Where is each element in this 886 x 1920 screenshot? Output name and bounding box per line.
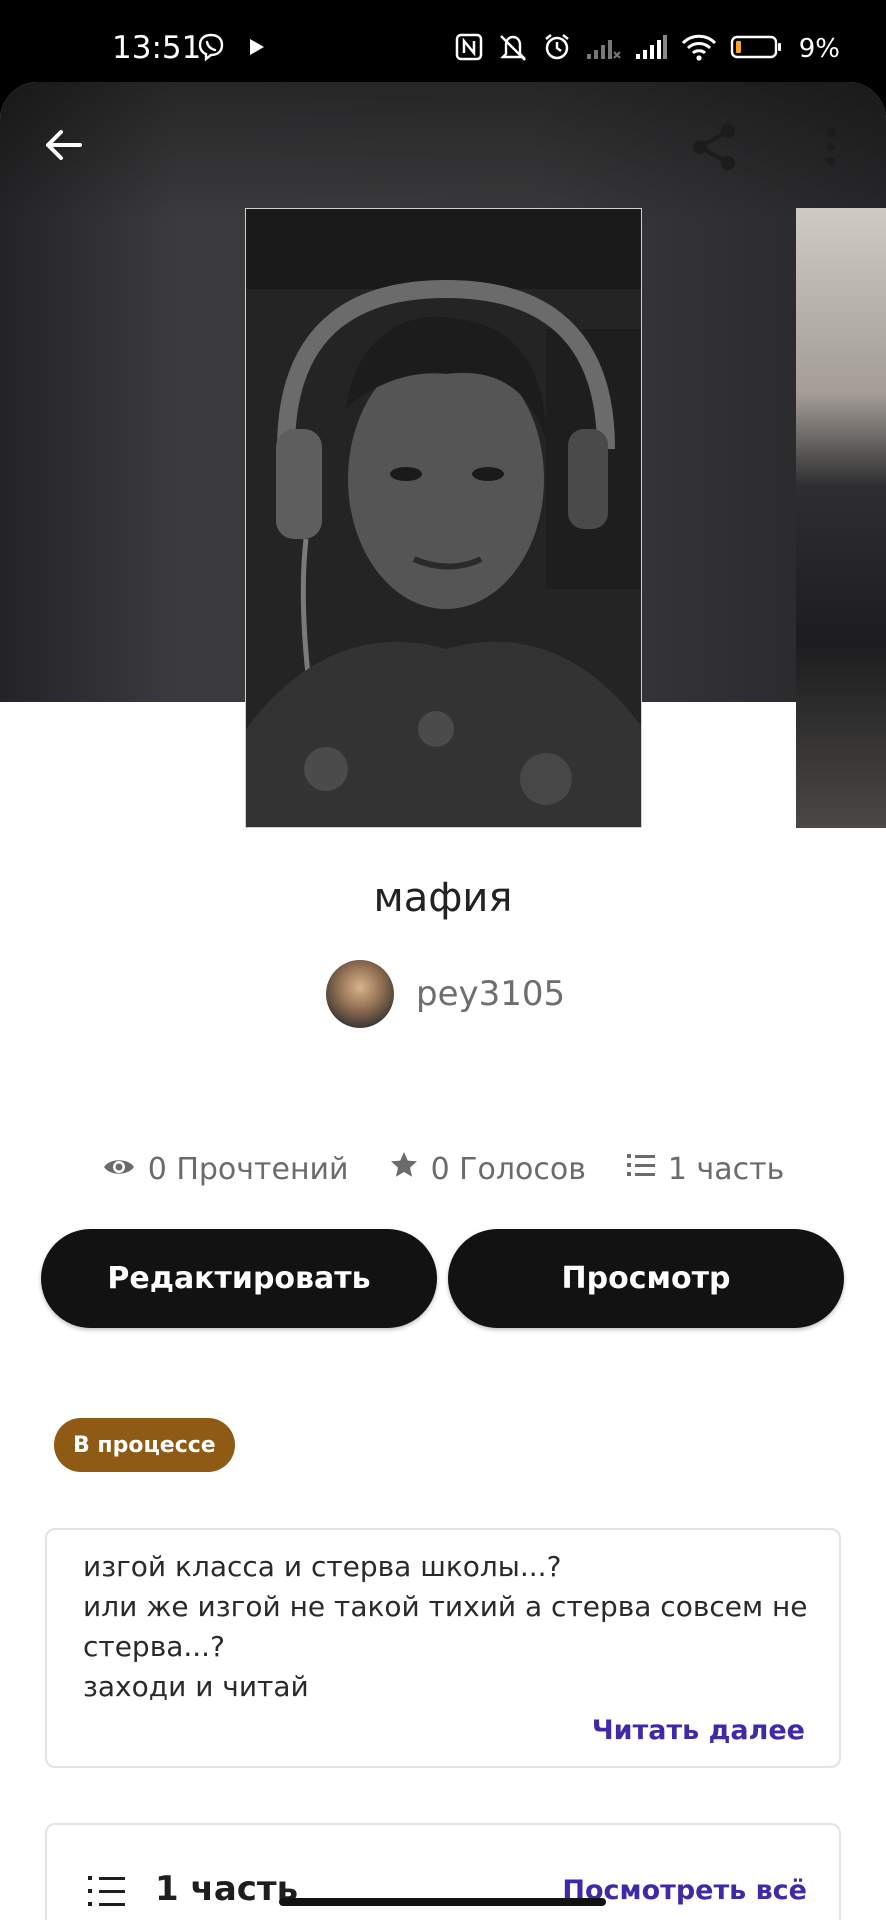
- home-indicator[interactable]: [279, 1898, 606, 1906]
- battery-icon: [730, 32, 782, 66]
- votes-stat: 0 Голосов: [389, 1150, 586, 1188]
- status-time: 13:51: [112, 30, 202, 66]
- story-stats: 0 Прочтений 0 Голосов 1 часть: [0, 1150, 886, 1188]
- read-more-link[interactable]: Читать далее: [592, 1715, 805, 1746]
- signal-1-icon: [585, 32, 621, 66]
- back-arrow-icon: [42, 124, 84, 170]
- story-title: мафия: [373, 875, 513, 921]
- parts-stat: 1 часть: [626, 1150, 784, 1188]
- description-line: изгой класса и стерва школы...?: [83, 1550, 562, 1583]
- share-icon: [688, 120, 742, 178]
- more-vert-icon: [825, 127, 837, 171]
- back-button[interactable]: [28, 112, 98, 182]
- status-bar: 13:51 9%: [0, 0, 886, 82]
- more-options-button[interactable]: [806, 114, 856, 184]
- votes-count: 0 Голосов: [430, 1151, 586, 1187]
- parts-count: 1 часть: [667, 1151, 785, 1187]
- signal-2-icon: [634, 32, 668, 66]
- description-card: изгой класса и стерва школы...? или же и…: [45, 1528, 841, 1768]
- bell-off-icon: [497, 32, 529, 66]
- author-link[interactable]: pey3105: [326, 960, 565, 1028]
- author-avatar: [326, 960, 394, 1028]
- share-button[interactable]: [680, 114, 750, 184]
- story-details-screen: мафия pey3105 0 Прочтений 0 Голосов 1 ча…: [0, 82, 886, 1920]
- description-line: стерва...?: [83, 1630, 225, 1663]
- status-left-icons: [196, 32, 270, 66]
- play-store-icon: [246, 32, 270, 66]
- list-icon: [626, 1151, 656, 1187]
- header-shade: [0, 82, 886, 222]
- description-line: заходи и читай: [83, 1670, 309, 1703]
- cover-photo: [246, 209, 641, 827]
- edit-button[interactable]: Редактировать: [41, 1229, 437, 1328]
- parts-label: 1 часть: [155, 1869, 299, 1909]
- wifi-icon: [681, 32, 717, 66]
- battery-level: 9%: [798, 34, 840, 64]
- reads-count: 0 Прочтений: [147, 1151, 349, 1187]
- status-right-icons: 9%: [454, 32, 840, 66]
- viber-icon: [196, 32, 226, 66]
- alarm-icon: [542, 32, 572, 66]
- preview-button[interactable]: Просмотр: [448, 1229, 844, 1328]
- description-line: или же изгой не такой тихий а стерва сов…: [83, 1590, 808, 1623]
- status-badge: В процессе: [54, 1418, 235, 1472]
- nfc-icon: [454, 32, 484, 66]
- author-name: pey3105: [416, 974, 566, 1014]
- next-cover-preview[interactable]: [796, 208, 886, 828]
- reads-stat: 0 Прочтений: [102, 1150, 349, 1188]
- star-icon: [389, 1150, 419, 1188]
- table-of-contents-icon: [87, 1873, 127, 1913]
- story-cover-image[interactable]: [245, 208, 642, 828]
- eye-icon: [102, 1152, 136, 1187]
